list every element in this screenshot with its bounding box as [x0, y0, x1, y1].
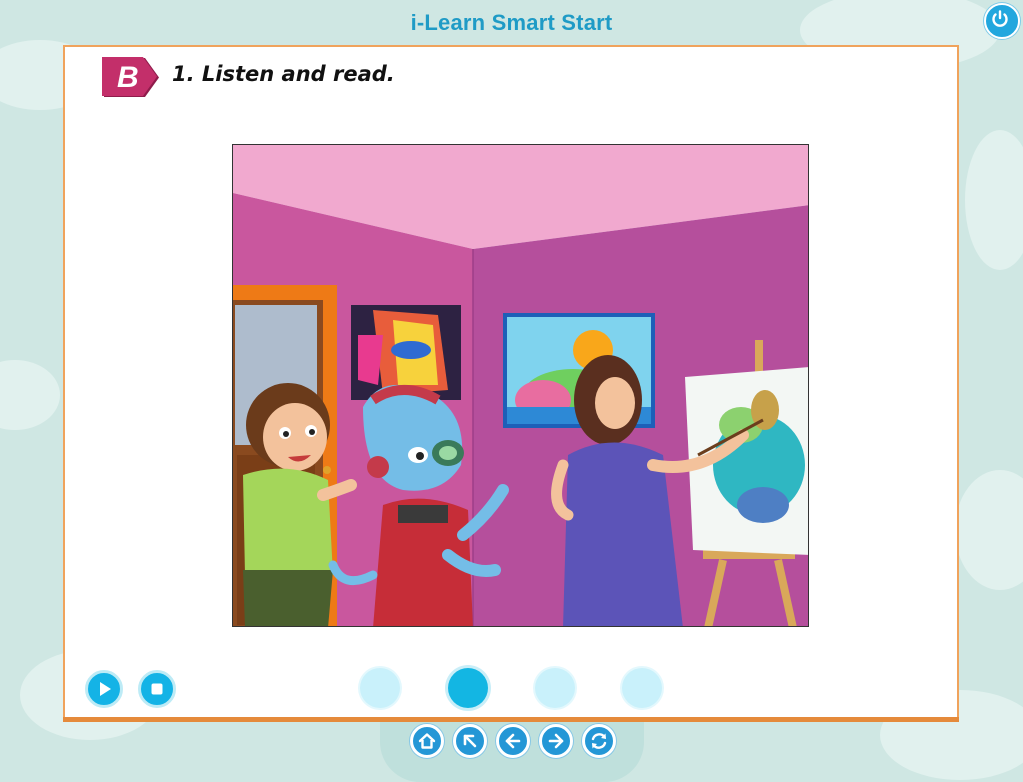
background-cloud [0, 360, 60, 430]
arrow-up-left-icon [463, 734, 477, 748]
page-dot-3[interactable] [535, 668, 575, 708]
section-letter: B [117, 61, 139, 94]
power-icon [992, 10, 1008, 27]
app-title: i-Learn Smart Start [410, 10, 613, 35]
home-icon [418, 733, 436, 749]
section-badge: B [101, 56, 161, 99]
home-button[interactable] [410, 724, 444, 758]
lesson-panel: B 1. Listen and read. [63, 45, 959, 719]
refresh-button[interactable] [582, 724, 616, 758]
background-cloud [965, 130, 1023, 270]
page-dot-1[interactable] [360, 668, 400, 708]
arrow-left-icon [505, 733, 521, 749]
instruction-text: 1. Listen and read. [172, 62, 395, 86]
arrow-right-icon [548, 733, 564, 749]
stop-icon [151, 683, 163, 695]
play-button[interactable] [85, 670, 123, 708]
page-dot-4[interactable] [622, 668, 662, 708]
refresh-icon [591, 733, 607, 749]
play-icon [100, 682, 111, 696]
next-button[interactable] [539, 724, 573, 758]
page-dot-2[interactable] [448, 668, 488, 708]
back-to-start-button[interactable] [453, 724, 487, 758]
previous-button[interactable] [496, 724, 530, 758]
lesson-illustration [232, 144, 809, 627]
background-cloud [955, 470, 1023, 590]
stop-button[interactable] [138, 670, 176, 708]
power-button[interactable] [984, 3, 1020, 39]
